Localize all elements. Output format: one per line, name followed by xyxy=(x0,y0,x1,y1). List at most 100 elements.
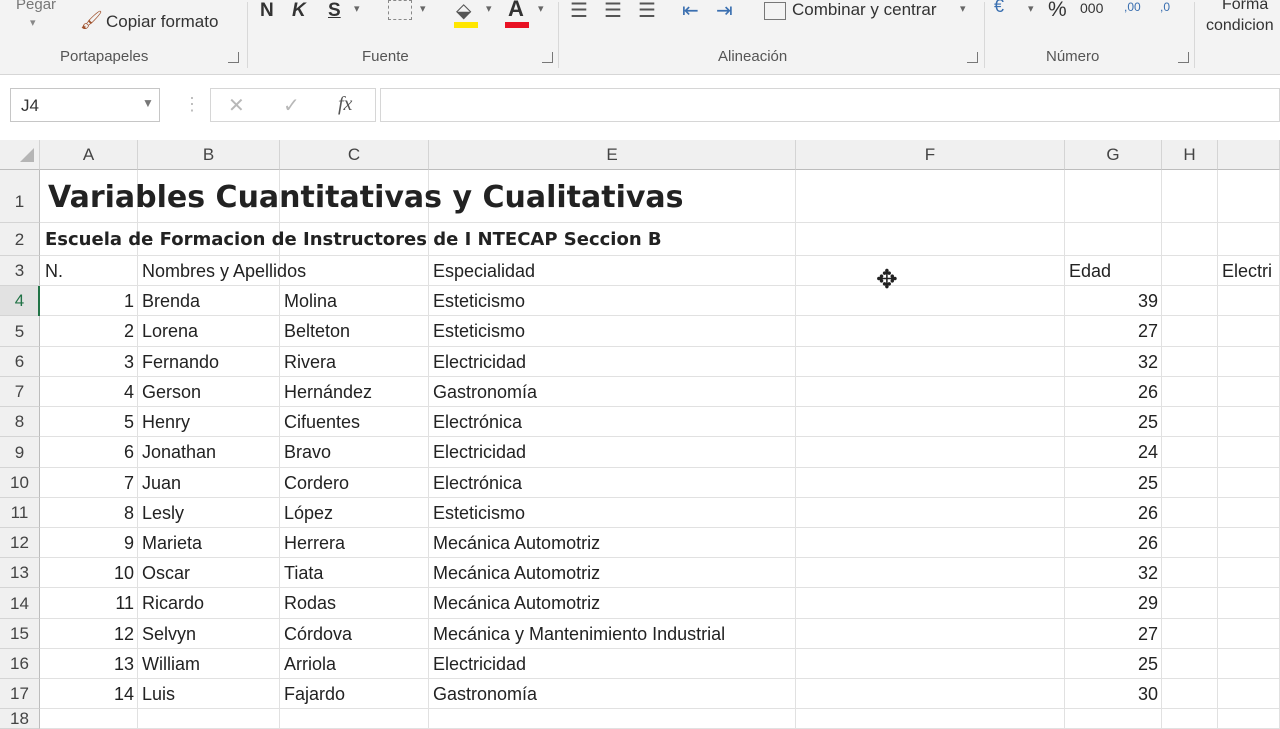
cell[interactable] xyxy=(429,709,796,729)
dialog-launcher-icon[interactable] xyxy=(542,52,553,63)
row-header[interactable]: 16 xyxy=(0,649,40,679)
formula-input[interactable] xyxy=(380,88,1280,122)
cell[interactable] xyxy=(1065,170,1162,223)
row-header[interactable]: 11 xyxy=(0,498,40,528)
row-header[interactable]: 9 xyxy=(0,437,40,468)
cell[interactable] xyxy=(796,528,1065,558)
cell[interactable] xyxy=(1218,528,1280,558)
accounting-dropdown-icon[interactable]: ▾ xyxy=(1028,2,1034,15)
cell[interactable] xyxy=(796,649,1065,679)
cell[interactable] xyxy=(1162,649,1218,679)
borders-icon[interactable] xyxy=(388,0,412,20)
cell[interactable] xyxy=(1162,223,1218,256)
cell[interactable] xyxy=(1218,316,1280,347)
cell[interactable] xyxy=(1162,528,1218,558)
cell[interactable] xyxy=(1218,377,1280,407)
row-header[interactable]: 8 xyxy=(0,407,40,437)
row-header[interactable]: 7 xyxy=(0,377,40,407)
thousands-button[interactable]: 000 xyxy=(1080,0,1103,16)
cell[interactable] xyxy=(1218,619,1280,649)
dialog-launcher-icon[interactable] xyxy=(967,52,978,63)
cell[interactable] xyxy=(796,377,1065,407)
dialog-launcher-icon[interactable] xyxy=(228,52,239,63)
cell[interactable] xyxy=(1218,407,1280,437)
insert-function-icon[interactable]: fx xyxy=(338,93,352,116)
cell[interactable] xyxy=(796,256,1065,286)
cell[interactable] xyxy=(796,223,1065,256)
cell[interactable] xyxy=(1065,223,1162,256)
paste-button[interactable]: Pegar xyxy=(16,0,56,13)
merge-dropdown-icon[interactable]: ▾ xyxy=(960,2,966,15)
cell[interactable] xyxy=(1162,468,1218,498)
column-header-c[interactable]: C xyxy=(280,140,429,170)
conditional-format-line2[interactable]: condicion xyxy=(1206,17,1274,35)
increase-decimal-button[interactable]: ,00 xyxy=(1124,0,1141,14)
cell[interactable] xyxy=(796,407,1065,437)
cell[interactable] xyxy=(1162,679,1218,709)
row-header[interactable]: 5 xyxy=(0,316,40,347)
cell[interactable] xyxy=(280,709,429,729)
underline-button[interactable]: S xyxy=(328,0,341,22)
cell[interactable] xyxy=(1218,170,1280,223)
cell[interactable] xyxy=(1162,498,1218,528)
row-header[interactable]: 15 xyxy=(0,619,40,649)
name-box[interactable]: J4 xyxy=(10,88,160,122)
cell[interactable] xyxy=(796,437,1065,468)
cancel-icon[interactable]: ✕ xyxy=(228,93,245,118)
cell[interactable] xyxy=(1218,498,1280,528)
row-header[interactable]: 13 xyxy=(0,558,40,588)
cell[interactable] xyxy=(1218,649,1280,679)
column-header-next[interactable] xyxy=(1218,140,1280,170)
cell[interactable] xyxy=(1162,256,1218,286)
cell[interactable] xyxy=(1162,377,1218,407)
row-header[interactable]: 17 xyxy=(0,679,40,709)
cell[interactable] xyxy=(796,316,1065,347)
row-header[interactable]: 6 xyxy=(0,347,40,377)
conditional-format-line1[interactable]: Forma xyxy=(1222,0,1268,14)
cell[interactable] xyxy=(1218,286,1280,316)
cell[interactable] xyxy=(1218,709,1280,729)
cell[interactable] xyxy=(1162,316,1218,347)
cell[interactable] xyxy=(796,679,1065,709)
decrease-indent-icon[interactable]: ⇤ xyxy=(682,0,699,23)
cell[interactable] xyxy=(1162,437,1218,468)
cell[interactable] xyxy=(796,170,1065,223)
cell[interactable] xyxy=(1218,347,1280,377)
column-header-f[interactable]: F xyxy=(796,140,1065,170)
cell[interactable] xyxy=(1162,407,1218,437)
row-header[interactable]: 18 xyxy=(0,709,40,729)
cell[interactable] xyxy=(1162,558,1218,588)
cell[interactable] xyxy=(1162,170,1218,223)
column-header-a[interactable]: A xyxy=(40,140,138,170)
cell[interactable] xyxy=(796,558,1065,588)
row-header[interactable]: 3 xyxy=(0,256,40,286)
fill-color-icon[interactable]: ⬙ xyxy=(456,0,471,23)
column-header-e[interactable]: E xyxy=(429,140,796,170)
italic-button[interactable]: K xyxy=(292,0,306,22)
cell[interactable] xyxy=(796,498,1065,528)
cell[interactable] xyxy=(796,588,1065,619)
align-center-icon[interactable]: ☰ xyxy=(604,0,622,23)
percent-button[interactable]: % xyxy=(1048,0,1067,22)
drag-handle-icon[interactable]: ⋮ xyxy=(183,94,201,115)
enter-icon[interactable]: ✓ xyxy=(283,93,300,118)
column-header-b[interactable]: B xyxy=(138,140,280,170)
row-header[interactable]: 10 xyxy=(0,468,40,498)
row-header[interactable]: 12 xyxy=(0,528,40,558)
accounting-format-icon[interactable]: € xyxy=(994,0,1004,17)
cell[interactable] xyxy=(138,709,280,729)
column-header-g[interactable]: G xyxy=(1065,140,1162,170)
column-header-h[interactable]: H xyxy=(1162,140,1218,170)
align-left-icon[interactable]: ☰ xyxy=(570,0,588,23)
fill-dropdown-icon[interactable]: ▾ xyxy=(486,2,492,15)
merge-center-button[interactable]: Combinar y centrar xyxy=(792,0,937,20)
underline-dropdown-icon[interactable]: ▾ xyxy=(354,2,360,15)
cell[interactable] xyxy=(1218,468,1280,498)
cell[interactable] xyxy=(1162,347,1218,377)
font-color-button[interactable]: A xyxy=(508,0,524,22)
cell[interactable] xyxy=(1218,437,1280,468)
cell[interactable] xyxy=(796,619,1065,649)
row-header[interactable]: 14 xyxy=(0,588,40,619)
cell[interactable] xyxy=(1065,709,1162,729)
row-header[interactable]: 1 xyxy=(0,170,40,223)
